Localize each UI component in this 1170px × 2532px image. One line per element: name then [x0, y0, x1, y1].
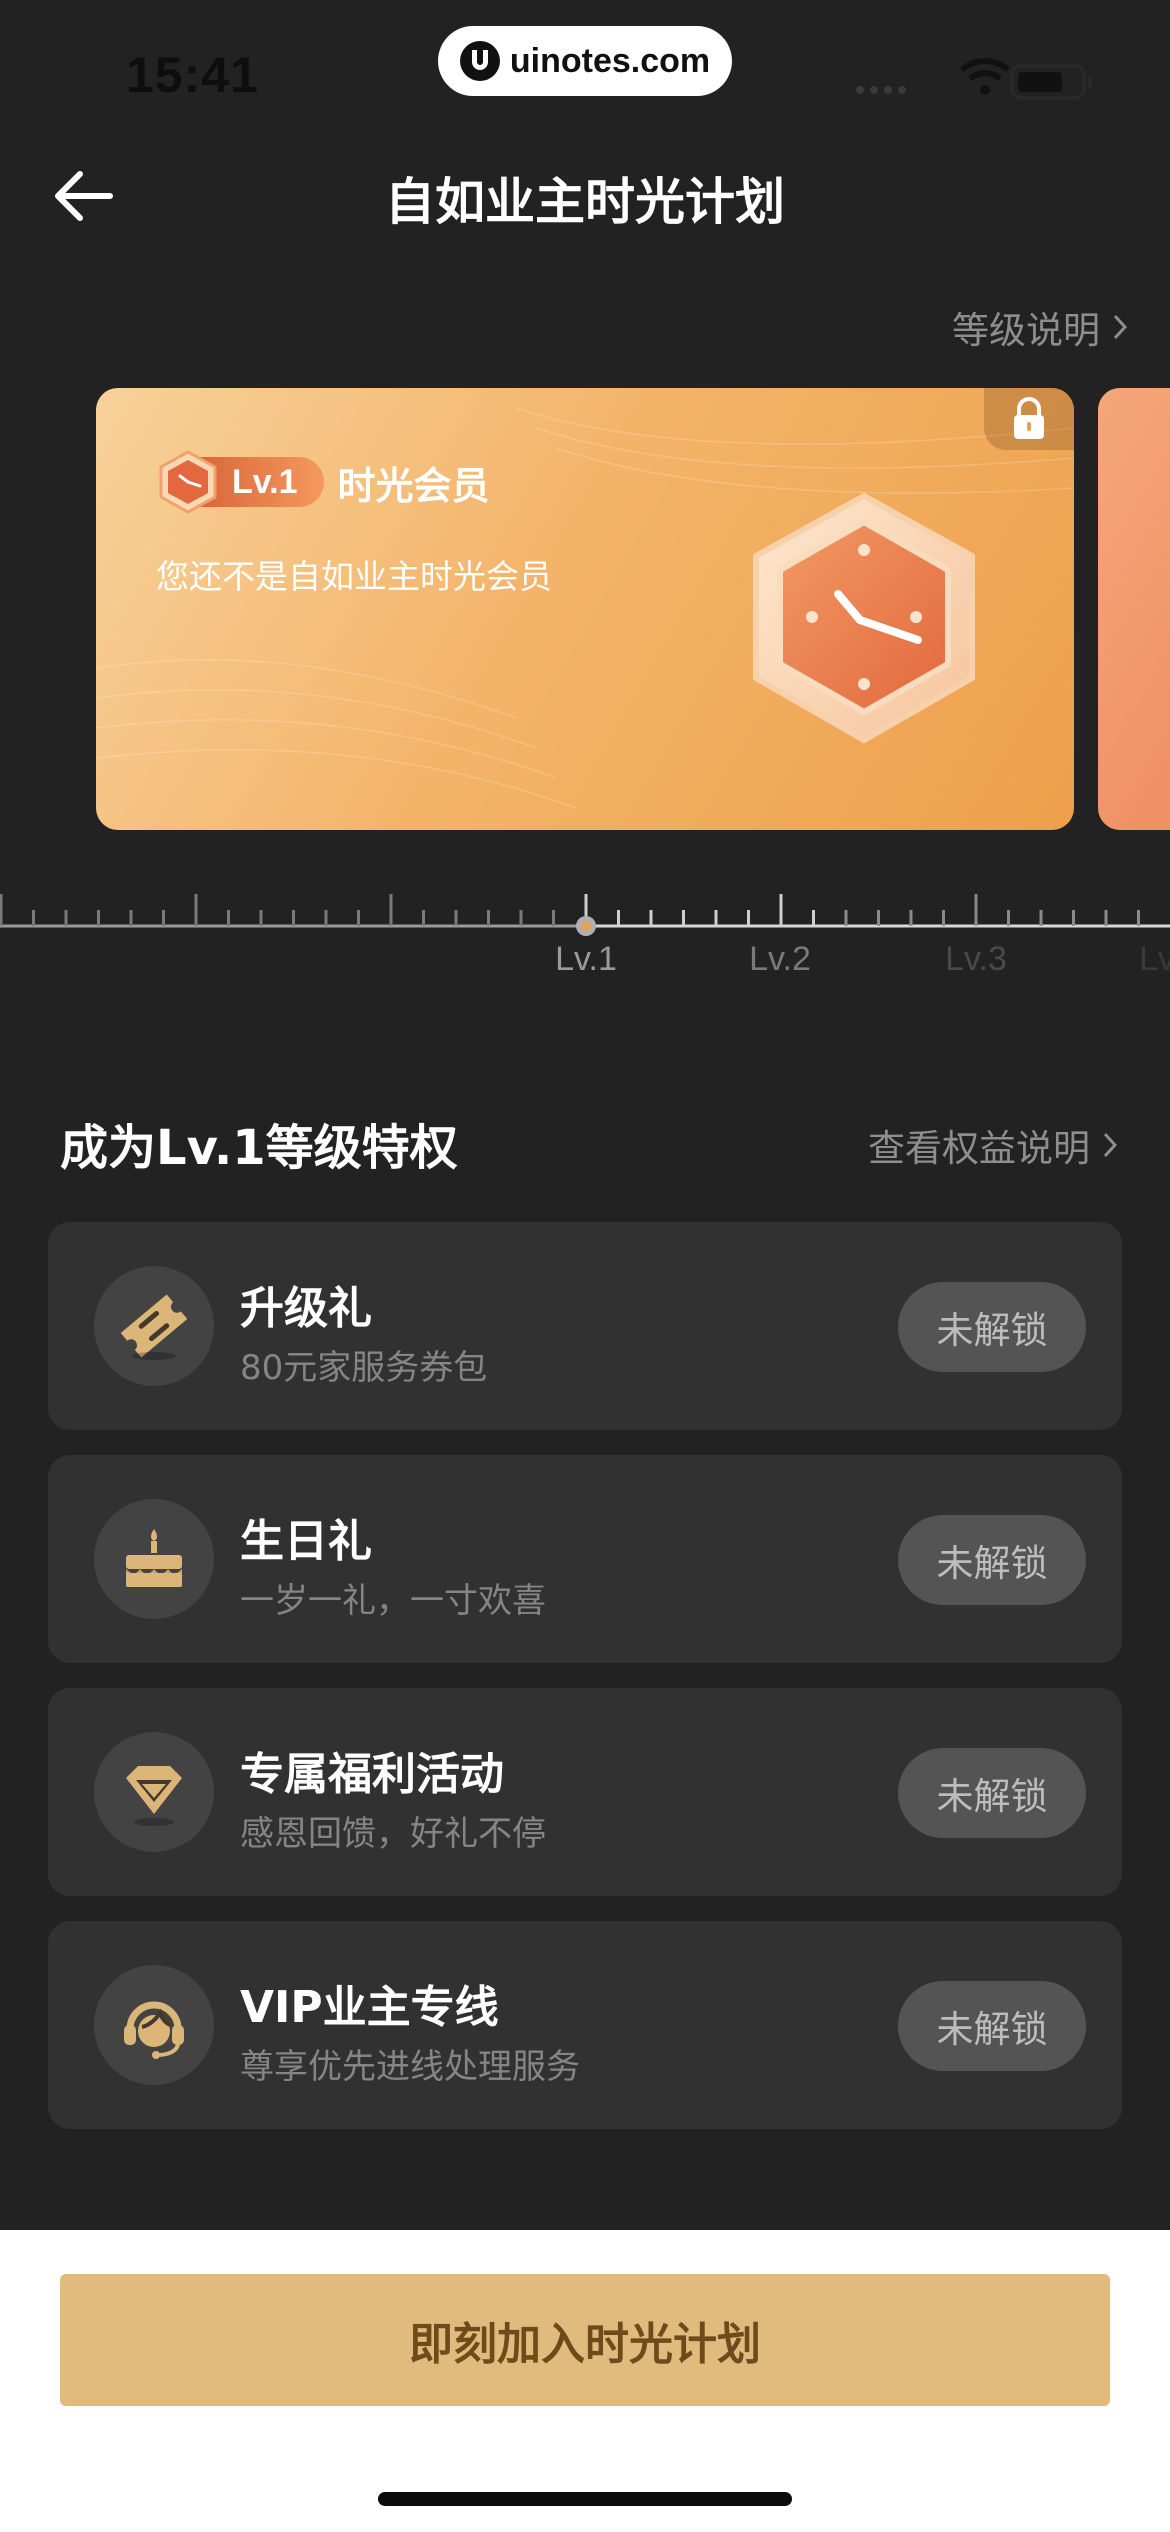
ruler-label-lv3: Lv.3 — [945, 940, 1007, 978]
privilege-item-exclusive-events[interactable]: 专属福利活动 感恩回馈，好礼不停 未解锁 — [48, 1688, 1122, 1896]
status-bar: 15:41 uinotes.com — [0, 0, 1170, 140]
lock-badge — [984, 388, 1074, 450]
card-member-name: 时光会员 — [337, 463, 490, 508]
lock-icon — [1014, 397, 1044, 439]
ruler-label-lv4: Lv.4 — [1139, 940, 1170, 978]
level-badge: Lv.1 时光会员 — [158, 450, 490, 514]
home-indicator[interactable] — [378, 2492, 792, 2506]
nav-bar: 自如业主时光计划 — [0, 140, 1170, 250]
privilege-title: 专属福利活动 — [240, 1749, 504, 1800]
ruler-label-lv1: Lv.1 — [555, 940, 617, 978]
next-level-card[interactable] — [1098, 388, 1170, 830]
level-description-link[interactable]: 等级说明 — [952, 300, 1128, 354]
watermark-logo-icon — [459, 41, 500, 81]
privilege-subtitle: 感恩回馈，好礼不停 — [240, 1814, 546, 1854]
headset-icon — [94, 1965, 214, 2085]
bottom-bar: 即刻加入时光计划 — [0, 2230, 1170, 2532]
privilege-subtitle: 一岁一礼，一寸欢喜 — [240, 1581, 546, 1621]
battery-icon — [1010, 64, 1092, 100]
privilege-item-upgrade-gift[interactable]: 升级礼 80元家服务券包 未解锁 — [48, 1222, 1122, 1430]
privileges-detail-link[interactable]: 查看权益说明 — [868, 1118, 1118, 1172]
status-icons — [856, 58, 1092, 100]
join-plan-button[interactable]: 即刻加入时光计划 — [60, 2274, 1110, 2406]
unlock-status-button[interactable]: 未解锁 — [898, 1981, 1086, 2071]
ticket-icon — [94, 1266, 214, 1386]
clock-medal-icon — [753, 492, 975, 744]
chevron-right-icon — [1113, 314, 1128, 340]
watermark-text: uinotes.com — [509, 41, 711, 80]
wifi-icon — [959, 58, 1011, 95]
unlock-status-button[interactable]: 未解锁 — [898, 1515, 1086, 1605]
privilege-title: 生日礼 — [240, 1516, 372, 1567]
status-time: 15:41 — [126, 47, 259, 103]
privilege-title: VIP业主专线 — [240, 1982, 499, 2033]
privilege-subtitle: 尊享优先进线处理服务 — [240, 2047, 580, 2087]
level-card[interactable]: Lv.1 时光会员 您还不是自如业主时光会员 — [96, 388, 1074, 830]
chevron-right-icon — [1103, 1132, 1118, 1158]
page-title: 自如业主时光计划 — [385, 173, 785, 231]
privilege-title: 升级礼 — [240, 1283, 372, 1334]
unlock-status-button[interactable]: 未解锁 — [898, 1282, 1086, 1372]
privilege-subtitle: 80元家服务券包 — [240, 1348, 488, 1388]
ruler-label-lv2: Lv.2 — [749, 940, 811, 978]
privilege-item-birthday-gift[interactable]: 生日礼 一岁一礼，一寸欢喜 未解锁 — [48, 1455, 1122, 1663]
clock-hex-icon — [159, 450, 217, 514]
diamond-icon — [94, 1732, 214, 1852]
privileges-detail-label: 查看权益说明 — [868, 1127, 1090, 1170]
unlock-status-button[interactable]: 未解锁 — [898, 1748, 1086, 1838]
card-subtitle: 您还不是自如业主时光会员 — [156, 557, 552, 596]
cake-icon — [94, 1499, 214, 1619]
level-ruler[interactable]: Lv.1 Lv.2 Lv.3 Lv.4 — [0, 880, 1170, 1000]
watermark: uinotes.com — [438, 26, 732, 96]
privilege-item-vip-hotline[interactable]: VIP业主专线 尊享优先进线处理服务 未解锁 — [48, 1921, 1122, 2129]
level-description-label: 等级说明 — [952, 309, 1100, 352]
ruler-track — [0, 894, 1170, 936]
privileges-title: 成为Lv.1等级特权 — [60, 1120, 458, 1176]
